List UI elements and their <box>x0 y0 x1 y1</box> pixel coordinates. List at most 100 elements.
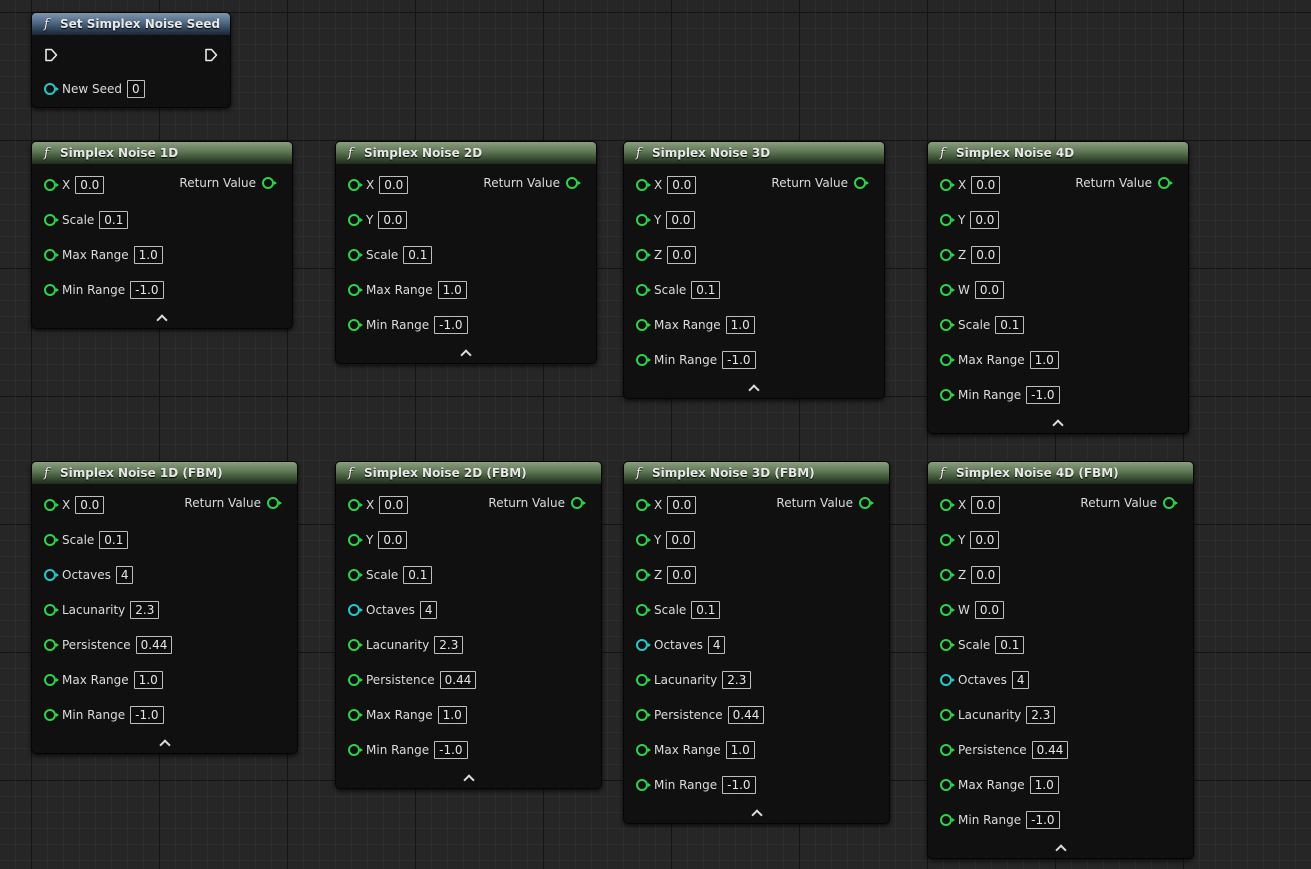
param-value-input[interactable]: -1.0 <box>722 776 756 794</box>
param-value-input[interactable]: 1.0 <box>725 316 755 334</box>
param-value-input[interactable]: -1.0 <box>434 316 468 334</box>
param-value-input[interactable]: 2.3 <box>722 671 752 689</box>
float-pin-icon[interactable] <box>44 604 59 616</box>
float-pin-icon[interactable] <box>44 674 59 686</box>
float-pin-icon[interactable] <box>44 179 59 191</box>
float-pin-icon[interactable] <box>636 179 651 191</box>
param-value-input[interactable]: 0 <box>127 80 145 98</box>
param-value-input[interactable]: 0.0 <box>970 531 1000 549</box>
simplex-noise-3d-fbm-node[interactable]: f Simplex Noise 3D (FBM) Return Value X 0.0 Y… <box>623 461 890 824</box>
float-pin-icon[interactable] <box>940 249 955 261</box>
collapse-arrow-icon[interactable] <box>750 809 763 821</box>
param-value-input[interactable]: 1.0 <box>725 741 755 759</box>
set-simplex-noise-seed-node[interactable]: f Set Simplex Noise Seed New Seed 0 <box>31 12 231 108</box>
node-header[interactable]: f Simplex Noise 3D (FBM) <box>624 462 889 484</box>
param-value-input[interactable]: 0.0 <box>974 601 1004 619</box>
return-value-pin-icon[interactable] <box>854 177 869 189</box>
float-pin-icon[interactable] <box>44 534 59 546</box>
float-pin-icon[interactable] <box>636 284 651 296</box>
return-value-pin-icon[interactable] <box>1163 497 1178 509</box>
float-pin-icon[interactable] <box>940 779 955 791</box>
float-pin-icon[interactable] <box>44 214 59 226</box>
return-value-pin-icon[interactable] <box>1158 177 1173 189</box>
param-value-input[interactable]: -1.0 <box>434 741 468 759</box>
float-pin-icon[interactable] <box>348 284 363 296</box>
return-value-pin-icon[interactable] <box>859 497 874 509</box>
param-value-input[interactable]: 0.0 <box>666 531 696 549</box>
param-value-input[interactable]: 4 <box>707 636 726 654</box>
float-pin-icon[interactable] <box>348 709 363 721</box>
param-value-input[interactable]: 1.0 <box>1029 351 1059 369</box>
float-pin-icon[interactable] <box>348 319 363 331</box>
float-pin-icon[interactable] <box>348 249 363 261</box>
exec-in-pin-icon[interactable] <box>44 48 58 62</box>
float-pin-icon[interactable] <box>940 354 955 366</box>
float-pin-icon[interactable] <box>940 389 955 401</box>
param-value-input[interactable]: 0.0 <box>75 176 105 194</box>
collapse-arrow-icon[interactable] <box>158 739 171 751</box>
float-pin-icon[interactable] <box>940 179 955 191</box>
float-pin-icon[interactable] <box>636 319 651 331</box>
param-value-input[interactable]: 0.44 <box>135 636 173 654</box>
node-header[interactable]: f Simplex Noise 3D <box>624 142 884 164</box>
collapse-arrow-icon[interactable] <box>462 774 475 786</box>
simplex-noise-3d-node[interactable]: f Simplex Noise 3D Return Value X 0.0 Y 0.0 Z 0.… <box>623 141 885 399</box>
param-value-input[interactable]: 0.0 <box>971 246 1001 264</box>
param-value-input[interactable]: 2.3 <box>130 601 160 619</box>
param-value-input[interactable]: 0.0 <box>378 211 408 229</box>
param-value-input[interactable]: -1.0 <box>1026 386 1060 404</box>
simplex-noise-4d-fbm-node[interactable]: f Simplex Noise 4D (FBM) Return Value X 0.0 Y… <box>927 461 1194 859</box>
param-value-input[interactable]: 0.1 <box>995 636 1025 654</box>
float-pin-icon[interactable] <box>636 499 651 511</box>
float-pin-icon[interactable] <box>636 779 651 791</box>
param-value-input[interactable]: 0.0 <box>378 531 408 549</box>
float-pin-icon[interactable] <box>940 534 955 546</box>
param-value-input[interactable]: 0.0 <box>971 176 1001 194</box>
param-value-input[interactable]: 0.1 <box>403 566 433 584</box>
float-pin-icon[interactable] <box>44 639 59 651</box>
param-value-input[interactable]: 0.0 <box>971 566 1001 584</box>
float-pin-icon[interactable] <box>348 744 363 756</box>
float-pin-icon[interactable] <box>636 709 651 721</box>
int-pin-icon[interactable] <box>940 674 955 686</box>
float-pin-icon[interactable] <box>636 674 651 686</box>
param-value-input[interactable]: 0.1 <box>99 531 129 549</box>
collapse-arrow-icon[interactable] <box>748 384 760 396</box>
simplex-noise-4d-node[interactable]: f Simplex Noise 4D Return Value X 0.0 Y 0.0 Z 0.… <box>927 141 1189 434</box>
param-value-input[interactable]: 0.0 <box>667 176 697 194</box>
float-pin-icon[interactable] <box>940 284 955 296</box>
simplex-noise-1d-node[interactable]: f Simplex Noise 1D Return Value X 0.0 Scale 0.… <box>31 141 293 329</box>
int-pin-icon[interactable] <box>348 604 363 616</box>
float-pin-icon[interactable] <box>940 569 955 581</box>
float-pin-icon[interactable] <box>940 319 955 331</box>
param-value-input[interactable]: 2.3 <box>434 636 464 654</box>
param-value-input[interactable]: 0.44 <box>727 706 765 724</box>
int-pin-icon[interactable] <box>636 639 651 651</box>
param-value-input[interactable]: 0.0 <box>75 496 105 514</box>
float-pin-icon[interactable] <box>636 569 651 581</box>
param-value-input[interactable]: -1.0 <box>1026 811 1060 829</box>
param-value-input[interactable]: 0.0 <box>667 246 697 264</box>
float-pin-icon[interactable] <box>636 534 651 546</box>
float-pin-icon[interactable] <box>940 744 955 756</box>
simplex-noise-2d-node[interactable]: f Simplex Noise 2D Return Value X 0.0 Y 0.0 Sca… <box>335 141 597 364</box>
param-value-input[interactable]: -1.0 <box>722 351 756 369</box>
param-value-input[interactable]: 0.0 <box>379 176 409 194</box>
return-value-pin-icon[interactable] <box>571 497 586 509</box>
collapse-arrow-icon[interactable] <box>460 349 472 361</box>
float-pin-icon[interactable] <box>636 214 651 226</box>
float-pin-icon[interactable] <box>940 214 955 226</box>
float-pin-icon[interactable] <box>940 709 955 721</box>
float-pin-icon[interactable] <box>636 604 651 616</box>
param-value-input[interactable]: 0.0 <box>970 211 1000 229</box>
collapse-arrow-icon[interactable] <box>1054 844 1067 856</box>
param-value-input[interactable]: 0.44 <box>439 671 477 689</box>
param-value-input[interactable]: 2.3 <box>1026 706 1056 724</box>
param-value-input[interactable]: 1.0 <box>133 246 163 264</box>
param-value-input[interactable]: 1.0 <box>437 706 467 724</box>
float-pin-icon[interactable] <box>940 639 955 651</box>
simplex-noise-2d-fbm-node[interactable]: f Simplex Noise 2D (FBM) Return Value X 0.0 Y… <box>335 461 602 789</box>
float-pin-icon[interactable] <box>44 284 59 296</box>
param-value-input[interactable]: 0.0 <box>971 496 1001 514</box>
float-pin-icon[interactable] <box>44 709 59 721</box>
